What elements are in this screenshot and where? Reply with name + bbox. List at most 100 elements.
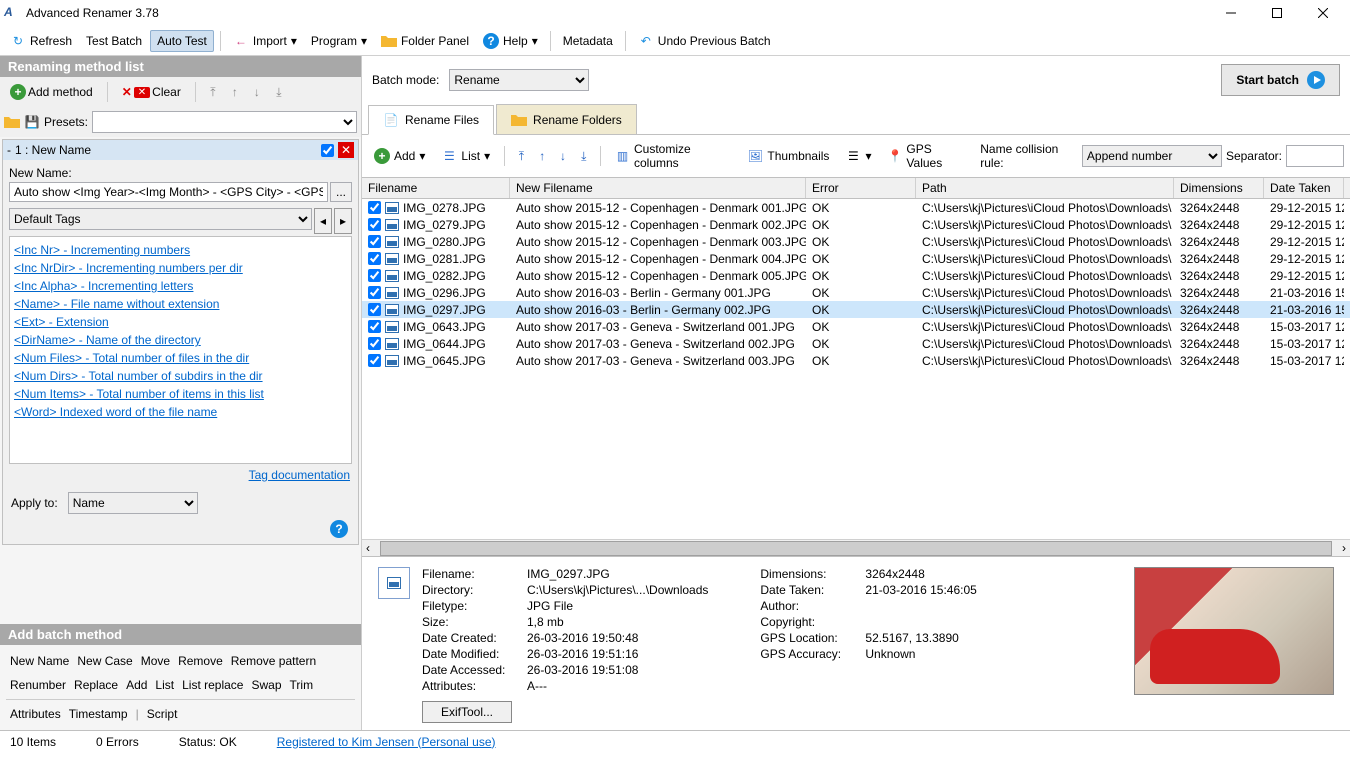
save-preset-icon[interactable]: 💾 [24,114,40,130]
tags-category-select[interactable]: Default Tags [9,208,312,230]
add-files-button[interactable]: +Add▾ [368,145,431,167]
add-method-button[interactable]: +Add method [4,81,99,103]
sort-top-button[interactable]: ⤒ [513,147,530,165]
test-batch-button[interactable]: Test Batch [80,31,148,51]
batch-method-swap[interactable]: Swap [247,675,285,695]
tag-link[interactable]: <Name> - File name without extension [14,295,347,313]
batch-method-list-replace[interactable]: List replace [178,675,247,695]
exiftool-button[interactable]: ExifTool... [422,701,512,723]
batch-method-script[interactable]: Script [143,704,182,724]
auto-test-button[interactable]: Auto Test [150,30,214,52]
new-name-input[interactable] [9,182,328,202]
tab-rename-files[interactable]: 📄Rename Files [368,105,494,135]
separator-input[interactable] [1286,145,1344,167]
move-top-button[interactable]: ⤒ [204,83,222,101]
table-row[interactable]: IMG_0282.JPGAuto show 2015-12 - Copenhag… [362,267,1350,284]
tag-link[interactable]: <Word> Indexed word of the file name [14,403,347,421]
sort-down-button[interactable]: ↓ [555,147,572,165]
presets-select[interactable] [92,111,357,133]
col-path[interactable]: Path [916,178,1174,198]
row-checkbox[interactable] [368,269,381,282]
row-checkbox[interactable] [368,201,381,214]
tag-link[interactable]: <Num Dirs> - Total number of subdirs in … [14,367,347,385]
col-date-taken[interactable]: Date Taken [1264,178,1344,198]
batch-mode-select[interactable]: Rename [449,69,589,91]
clear-button[interactable]: ✕✕Clear [116,82,187,102]
help-button[interactable]: ?Help▾ [477,30,544,52]
program-button[interactable]: Program▾ [305,31,373,51]
batch-method-new-name[interactable]: New Name [6,651,73,671]
method-help-icon[interactable]: ? [330,520,348,538]
row-checkbox[interactable] [368,286,381,299]
tag-link[interactable]: <Num Items> - Total number of items in t… [14,385,347,403]
batch-method-move[interactable]: Move [137,651,174,671]
batch-method-renumber[interactable]: Renumber [6,675,70,695]
row-checkbox[interactable] [368,337,381,350]
registration-link[interactable]: Registered to Kim Jensen (Personal use) [277,735,496,749]
col-error[interactable]: Error [806,178,916,198]
move-bottom-button[interactable]: ⤓ [270,83,288,101]
maximize-button[interactable] [1254,0,1300,26]
table-row[interactable]: IMG_0644.JPGAuto show 2017-03 - Geneva -… [362,335,1350,352]
batch-method-timestamp[interactable]: Timestamp [65,704,132,724]
batch-method-new-case[interactable]: New Case [73,651,136,671]
row-checkbox[interactable] [368,354,381,367]
col-new-filename[interactable]: New Filename [510,178,806,198]
delete-method-button[interactable]: ✕ [338,142,354,158]
close-button[interactable] [1300,0,1346,26]
table-row[interactable]: IMG_0278.JPGAuto show 2015-12 - Copenhag… [362,199,1350,216]
row-checkbox[interactable] [368,320,381,333]
batch-method-add[interactable]: Add [122,675,151,695]
collision-select[interactable]: Append number [1082,145,1222,167]
new-name-browse-button[interactable]: ... [330,182,352,202]
row-checkbox[interactable] [368,252,381,265]
col-filename[interactable]: Filename [362,178,510,198]
table-row[interactable]: IMG_0645.JPGAuto show 2017-03 - Geneva -… [362,352,1350,369]
horizontal-scrollbar[interactable]: ‹› [362,539,1350,556]
table-row[interactable]: IMG_0281.JPGAuto show 2015-12 - Copenhag… [362,250,1350,267]
customize-columns-button[interactable]: ▥Customize columns [609,139,737,173]
batch-method-replace[interactable]: Replace [70,675,122,695]
row-checkbox[interactable] [368,303,381,316]
gps-values-button[interactable]: 📍GPS Values [881,139,972,173]
metadata-button[interactable]: Metadata [557,31,619,51]
sort-up-button[interactable]: ↑ [534,147,551,165]
tag-link[interactable]: <DirName> - Name of the directory [14,331,347,349]
minimize-button[interactable] [1208,0,1254,26]
batch-method-remove[interactable]: Remove [174,651,227,671]
tag-link[interactable]: <Inc Nr> - Incrementing numbers [14,241,347,259]
table-row[interactable]: IMG_0297.JPGAuto show 2016-03 - Berlin -… [362,301,1350,318]
table-row[interactable]: IMG_0296.JPGAuto show 2016-03 - Berlin -… [362,284,1350,301]
row-checkbox[interactable] [368,235,381,248]
tab-rename-folders[interactable]: Rename Folders [496,104,637,134]
method-enabled-checkbox[interactable] [321,144,334,157]
tag-link[interactable]: <Num Files> - Total number of files in t… [14,349,347,367]
table-row[interactable]: IMG_0280.JPGAuto show 2015-12 - Copenhag… [362,233,1350,250]
move-up-button[interactable]: ↑ [226,83,244,101]
start-batch-button[interactable]: Start batch [1221,64,1340,96]
tag-link[interactable]: <Ext> - Extension [14,313,347,331]
columns-picker-button[interactable]: ☰▾ [839,145,877,167]
row-checkbox[interactable] [368,218,381,231]
batch-method-attributes[interactable]: Attributes [6,704,65,724]
undo-button[interactable]: ↶Undo Previous Batch [632,30,777,52]
collapse-icon[interactable]: - [7,143,11,157]
table-row[interactable]: IMG_0279.JPGAuto show 2015-12 - Copenhag… [362,216,1350,233]
table-row[interactable]: IMG_0643.JPGAuto show 2017-03 - Geneva -… [362,318,1350,335]
open-preset-icon[interactable] [4,115,20,129]
thumbnails-button[interactable]: 🖼Thumbnails [741,145,835,167]
refresh-button[interactable]: ↻Refresh [4,30,78,52]
batch-method-trim[interactable]: Trim [286,675,318,695]
sort-bottom-button[interactable]: ⤓ [575,147,592,165]
tag-next-button[interactable]: ▸ [334,208,352,234]
batch-method-list[interactable]: List [151,675,178,695]
apply-to-select[interactable]: Name [68,492,198,514]
import-button[interactable]: ←Import▾ [227,30,303,52]
move-down-button[interactable]: ↓ [248,83,266,101]
tag-prev-button[interactable]: ◂ [314,208,332,234]
batch-method-remove-pattern[interactable]: Remove pattern [227,651,320,671]
tag-link[interactable]: <Inc NrDir> - Incrementing numbers per d… [14,259,347,277]
list-button[interactable]: ☰List▾ [435,145,496,167]
tag-documentation-link[interactable]: Tag documentation [249,468,350,482]
folder-panel-button[interactable]: Folder Panel [375,31,475,51]
